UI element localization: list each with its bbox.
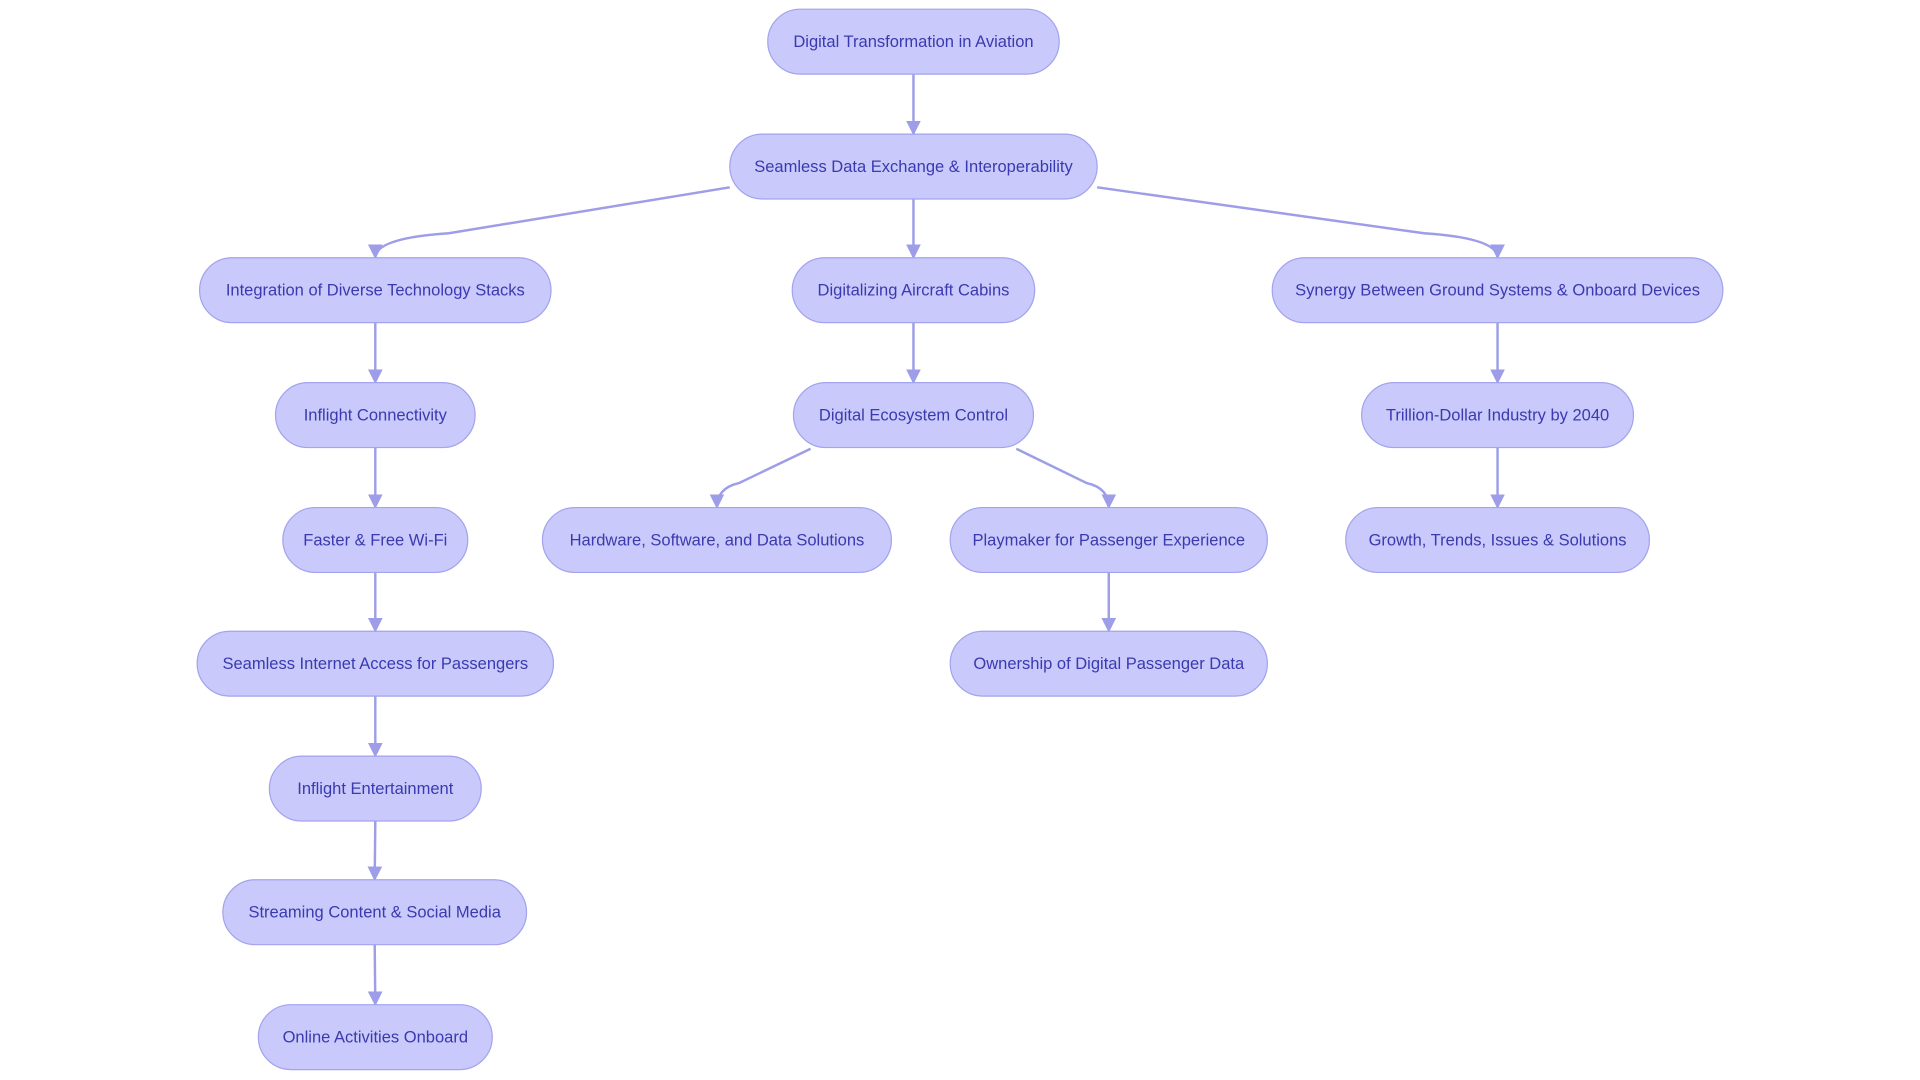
node-synergy: Synergy Between Ground Systems & Onboard… [1271,257,1724,324]
edge-entertainment-to-streaming [367,821,383,882]
flowchart-canvas: Digital Transformation in Aviation Seamle… [196,8,1724,1071]
node-label: Trillion-Dollar Industry by 2040 [1386,406,1609,425]
node-label: Seamless Internet Access for Passengers [222,654,528,673]
node-streaming: Streaming Content & Social Media [222,879,528,946]
node-label: Faster & Free Wi-Fi [303,531,447,550]
node-growth: Growth, Trends, Issues & Solutions [1345,506,1650,574]
node-ownership: Ownership of Digital Passenger Data [949,630,1268,697]
node-ecosystem: Digital Ecosystem Control [792,382,1035,449]
node-label: Playmaker for Passenger Experience [972,531,1245,550]
node-label: Growth, Trends, Issues & Solutions [1369,531,1627,550]
node-label: Digital Ecosystem Control [819,406,1008,425]
node-label: Digital Transformation in Aviation [793,32,1033,51]
node-label: Digitalizing Aircraft Cabins [818,281,1010,300]
node-label: Online Activities Onboard [283,1028,468,1047]
node-online: Online Activities Onboard [257,1004,493,1071]
node-exchange: Seamless Data Exchange & Interoperabilit… [729,133,1098,200]
node-hardware: Hardware, Software, and Data Solutions [541,506,893,574]
node-label: Seamless Data Exchange & Interoperabilit… [754,157,1073,176]
node-label: Hardware, Software, and Data Solutions [570,531,865,550]
edge-streaming-to-online [367,944,383,1007]
node-wifi: Faster & Free Wi-Fi [282,506,469,574]
node-integration: Integration of Diverse Technology Stacks [198,257,552,324]
node-label: Streaming Content & Social Media [248,903,501,922]
node-internet: Seamless Internet Access for Passengers [196,630,555,697]
node-label: Inflight Entertainment [297,779,453,798]
node-label: Inflight Connectivity [304,406,448,425]
node-trillion: Trillion-Dollar Industry by 2040 [1361,382,1635,449]
node-entertainment: Inflight Entertainment [268,755,482,822]
node-root: Digital Transformation in Aviation [767,8,1060,75]
node-label: Ownership of Digital Passenger Data [973,654,1245,673]
edge-exchange-to-synergy [1096,186,1505,260]
edge-ecosystem-to-playmaker [1015,447,1117,510]
node-label: Integration of Diverse Technology Stacks [226,281,525,300]
edge-ecosystem-to-hardware [709,447,812,510]
node-connectivity: Inflight Connectivity [274,382,476,449]
flowchart: Digital Transformation in Aviation Seamle… [0,0,1920,1080]
node-cabins: Digitalizing Aircraft Cabins [791,257,1036,324]
node-label: Synergy Between Ground Systems & Onboard… [1295,281,1700,300]
edge-exchange-to-integration [367,186,730,260]
node-playmaker: Playmaker for Passenger Experience [949,506,1268,574]
